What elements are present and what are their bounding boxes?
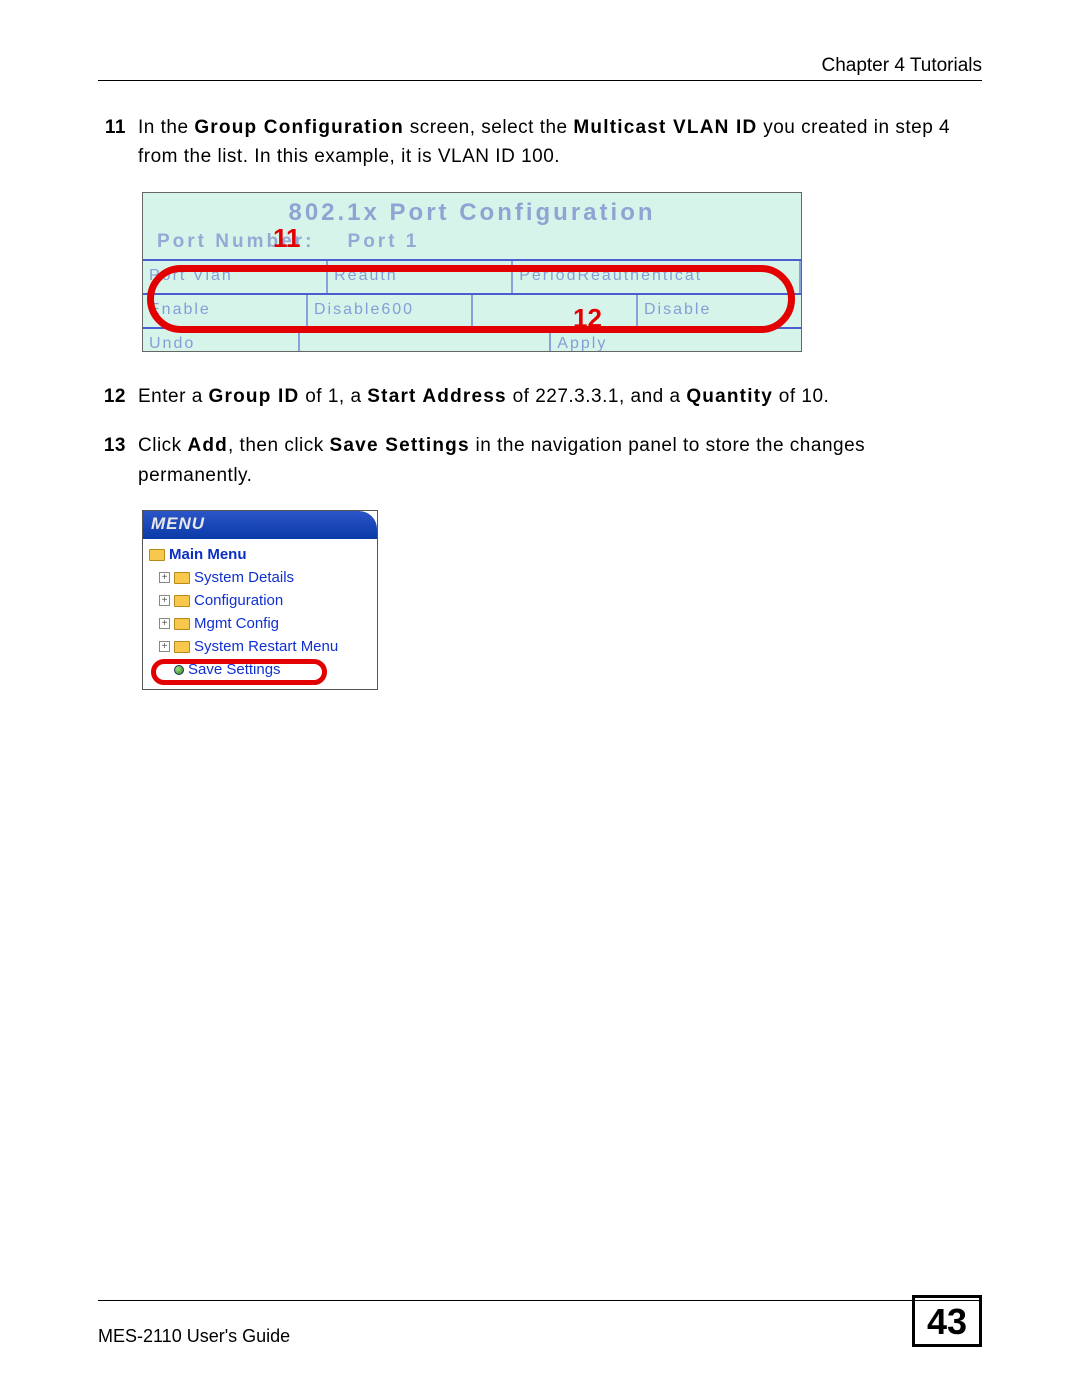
folder-icon (174, 618, 190, 630)
callout-11: 11 (273, 223, 301, 254)
text: screen, select the (404, 117, 573, 138)
page-number: 43 (912, 1295, 982, 1347)
bold-mvlan: Multicast VLAN ID (573, 117, 757, 138)
tree-item[interactable]: + Configuration (149, 589, 371, 612)
tree-item[interactable]: + Mgmt Config (149, 612, 371, 635)
tree-label: Mgmt Config (194, 615, 279, 632)
folder-icon (174, 572, 190, 584)
bold-start-addr: Start Address (367, 386, 507, 407)
tree-item[interactable]: + System Details (149, 566, 371, 589)
text: of 227.3.3.1, and a (507, 386, 687, 407)
footer-guide: MES-2110 User's Guide (98, 1326, 290, 1347)
chapter-header: Chapter 4 Tutorials (98, 55, 982, 77)
step-number: 13 (98, 431, 126, 490)
text: Click (138, 435, 187, 456)
text: Enter a (138, 386, 209, 407)
highlight-ring (147, 265, 795, 333)
step-11: 11 In the Group Configuration screen, se… (98, 113, 982, 172)
step-12: 12 Enter a Group ID of 1, a Start Addres… (98, 382, 982, 411)
expand-icon[interactable]: + (159, 595, 170, 606)
highlight-ring-save (151, 659, 327, 685)
bold-add: Add (187, 435, 228, 456)
step-body: Click Add, then click Save Settings in t… (138, 431, 982, 490)
step-number: 11 (98, 113, 126, 172)
text: of 1, a (299, 386, 367, 407)
step-number: 12 (98, 382, 126, 411)
tree-label: System Details (194, 569, 294, 586)
expand-icon[interactable]: + (159, 641, 170, 652)
bold-group-id: Group ID (209, 386, 300, 407)
folder-icon (174, 641, 190, 653)
figure-menu-tree: MENU Main Menu + System Details + Config… (142, 510, 378, 690)
expand-icon[interactable]: + (159, 572, 170, 583)
main-menu-label: Main Menu (169, 546, 247, 563)
text: In the (138, 117, 194, 138)
tree-main[interactable]: Main Menu (149, 543, 371, 566)
text: , then click (228, 435, 330, 456)
footer: MES-2110 User's Guide 43 (98, 1295, 982, 1347)
bold-quantity: Quantity (686, 386, 773, 407)
text: of 10. (773, 386, 829, 407)
fig1-subtitle: Port Number: Port 1 (143, 231, 801, 253)
tree-label: Configuration (194, 592, 283, 609)
figure-port-config: 802.1x Port Configuration Port Number: P… (142, 192, 802, 352)
menu-header: MENU (143, 511, 377, 539)
tree-item[interactable]: + System Restart Menu (149, 635, 371, 658)
folder-icon (149, 549, 165, 561)
fig1-title: 802.1x Port Configuration (143, 193, 801, 227)
bold-save-settings: Save Settings (330, 435, 470, 456)
bold-group-config: Group Configuration (194, 117, 404, 138)
header-rule (98, 80, 982, 81)
step-body: In the Group Configuration screen, selec… (138, 113, 982, 172)
folder-icon (174, 595, 190, 607)
expand-icon[interactable]: + (159, 618, 170, 629)
tree-label: System Restart Menu (194, 638, 338, 655)
fig1-sub-value: Port 1 (348, 231, 420, 252)
step-body: Enter a Group ID of 1, a Start Address o… (138, 382, 982, 411)
step-13: 13 Click Add, then click Save Settings i… (98, 431, 982, 490)
